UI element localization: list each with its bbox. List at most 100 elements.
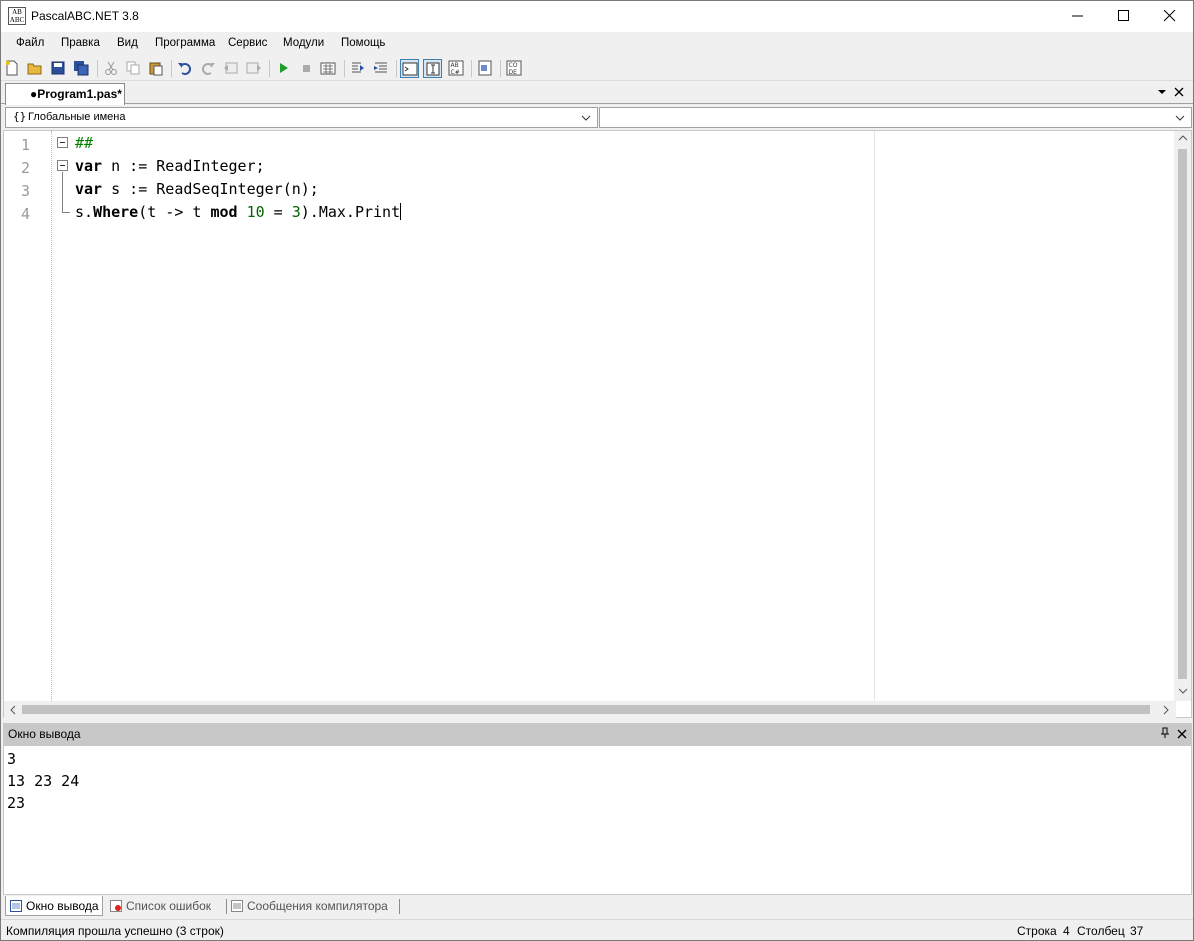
member-select[interactable] [599,107,1192,128]
abc-tool-button[interactable]: AB C# [447,59,466,78]
horizontal-scrollbar[interactable] [4,701,1176,718]
folder-open-icon [27,63,42,75]
messages-icon [231,900,243,912]
redo-button[interactable] [199,59,218,78]
stop-button[interactable] [297,59,316,78]
code-token: 3 [291,203,301,221]
line-number: 4 [21,205,31,223]
fold-toggle[interactable] [57,137,68,148]
compile-button[interactable] [319,59,338,78]
svg-text:DE: DE [509,69,518,76]
undo-button[interactable] [176,59,195,78]
svg-text:CO: CO [509,62,518,69]
close-window-button[interactable] [1147,1,1193,32]
save-all-icon [74,61,89,76]
indent-button[interactable] [245,59,264,78]
toolbar: AB C# CO DE [1,56,1193,81]
step-into-button[interactable] [349,59,368,78]
new-file-button[interactable] [3,59,22,78]
toolbar-separator [396,60,397,77]
status-bar: Компиляция прошла успешно (3 строк) Стро… [1,919,1193,940]
output-text-area[interactable]: 3 13 23 24 23 [3,745,1192,895]
tab-close-button[interactable] [1174,86,1184,100]
menu-edit[interactable]: Правка [61,37,100,49]
menu-view[interactable]: Вид [117,37,138,49]
column-label: Столбец [1077,924,1125,938]
pin-button[interactable] [1160,727,1170,742]
redo-icon [202,63,215,75]
tab-compiler-messages[interactable]: Сообщения компилятора [227,896,397,916]
menu-service[interactable]: Сервис [228,37,267,49]
format-button[interactable] [423,59,442,78]
tab-error-list[interactable]: Список ошибок [106,896,224,916]
save-button[interactable] [49,59,68,78]
navigation-bar: {} Глобальные имена [1,105,1193,129]
fold-guide [62,212,70,213]
app-window: AB ABC PascalABC.NET 3.8 Файл Правка Вид … [0,0,1194,941]
scroll-up-icon[interactable] [1178,134,1188,145]
copy-button[interactable] [124,59,143,78]
toolbar-separator [97,60,98,77]
tab-label: Окно вывода [26,899,99,913]
code-line: var s := ReadSeqInteger(n); [75,180,319,198]
code-token: ).Max.Print [300,203,401,221]
scroll-left-icon[interactable] [9,705,17,718]
code-token: mod [210,203,238,221]
code-editor[interactable]: 1 2 3 4 ## var n := ReadInteger; var s :… [3,130,1192,718]
chevron-down-icon [581,115,591,121]
abc-icon: ABC# [448,60,464,76]
cut-button[interactable] [102,59,121,78]
save-all-button[interactable] [72,59,91,78]
vertical-scrollbar[interactable] [1174,131,1191,701]
open-file-button[interactable] [26,59,45,78]
form-designer-button[interactable] [476,59,495,78]
menu-help[interactable]: Помощь [341,37,385,49]
paste-button[interactable] [147,59,166,78]
line-number-gutter: 1 2 3 4 [4,131,52,701]
output-line: 3 [7,750,17,768]
tab-program1[interactable]: ●Program1.pas* [5,83,125,105]
step-over-icon [374,62,387,73]
line-number: 1 [21,136,31,154]
tab-output-window[interactable]: Окно вывода [5,896,103,916]
menu-program[interactable]: Программа [155,37,215,49]
scope-select[interactable]: {} Глобальные имена [5,107,598,128]
toolbar-separator [471,60,472,77]
minimize-button[interactable] [1055,1,1101,32]
status-message: Компиляция прошла успешно (3 строк) [6,924,224,938]
chevron-down-icon [1158,90,1166,94]
code-token: 10 [246,203,265,221]
step-over-button[interactable] [372,59,391,78]
copy-icon [126,61,140,75]
code-icon: CODE [506,60,522,76]
output-close-button[interactable] [1177,728,1187,742]
chevron-down-icon [1175,115,1185,121]
minimize-icon [1072,15,1083,17]
title-bar[interactable]: AB ABC PascalABC.NET 3.8 [1,1,1193,32]
unindent-button[interactable] [222,59,241,78]
scroll-right-icon[interactable] [1162,705,1170,718]
menu-modules[interactable]: Модули [283,37,324,49]
undo-icon [178,63,191,75]
text-cursor-icon [426,62,440,76]
horizontal-scroll-thumb[interactable] [22,705,1150,714]
svg-text:AB: AB [451,62,459,69]
scroll-down-icon[interactable] [1178,687,1188,698]
fold-toggle[interactable] [57,160,68,171]
text-caret [400,203,402,220]
output-line: 23 [7,794,26,812]
maximize-button[interactable] [1101,1,1147,32]
tab-label: ●Program1.pas* [30,87,122,101]
tab-list-button[interactable] [1157,86,1167,100]
code-templates-button[interactable]: CO DE [505,59,524,78]
row-value: 4 [1063,924,1070,938]
run-button[interactable] [274,59,293,78]
vertical-scroll-thumb[interactable] [1178,149,1187,679]
code-token: s. [75,203,94,221]
output-window-toggle[interactable] [400,59,419,78]
output-panel-title: Окно вывода [8,727,81,741]
new-file-icon [6,60,18,76]
right-margin-guide [874,131,875,701]
menu-file[interactable]: Файл [16,37,44,49]
toolbar-separator [344,60,345,77]
